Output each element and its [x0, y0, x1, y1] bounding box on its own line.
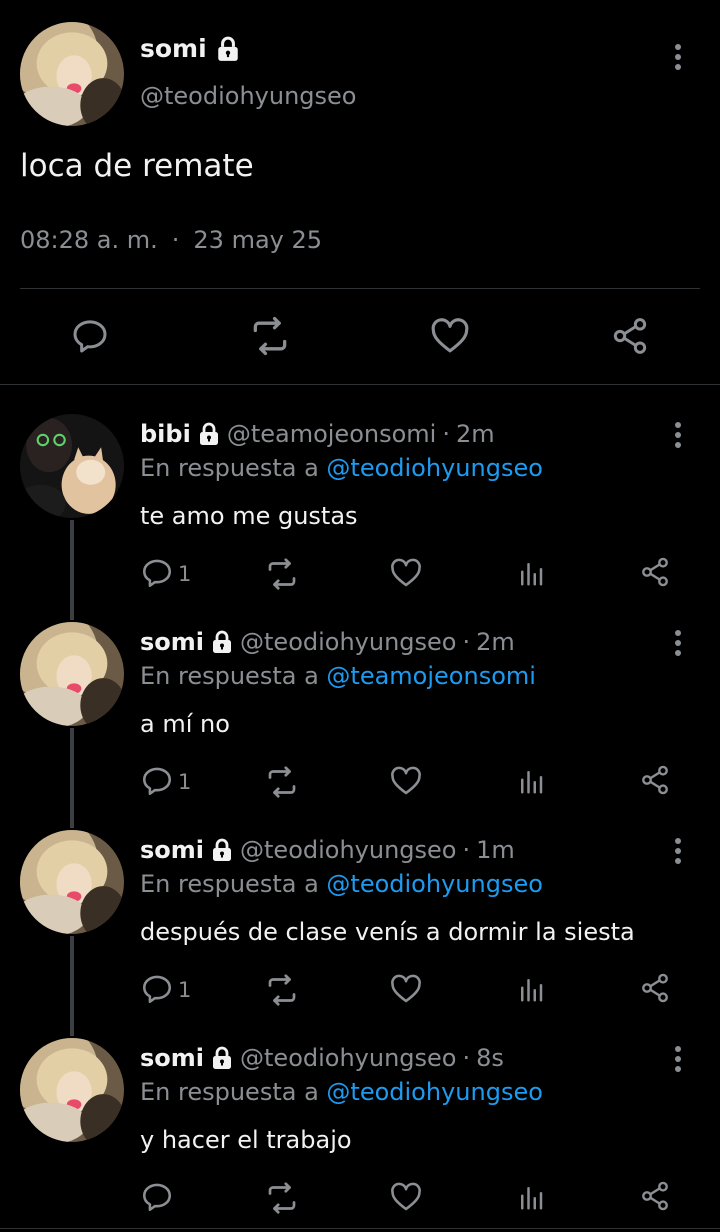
retweet-icon[interactable]: [264, 972, 300, 1008]
reply-text: y hacer el trabajo: [140, 1126, 352, 1154]
analytics-icon[interactable]: [516, 974, 546, 1004]
more-icon[interactable]: [672, 838, 684, 864]
more-icon[interactable]: [672, 44, 684, 70]
main-author-handle[interactable]: @teodiohyungseo: [140, 82, 356, 110]
reply-tweet[interactable]: somi @teodiohyungseo · 1m En respuesta a…: [0, 830, 720, 1038]
reply-header: somi @teodiohyungseo · 1m: [140, 836, 515, 864]
divider: [0, 384, 720, 385]
reply-header: somi @teodiohyungseo · 8s: [140, 1044, 504, 1072]
retweet-icon[interactable]: [264, 1180, 300, 1216]
share-icon[interactable]: [639, 1180, 671, 1212]
reply-text: después de clase venís a dormir la siest…: [140, 918, 635, 946]
reply-icon[interactable]: [140, 556, 174, 590]
lock-icon: [210, 630, 234, 654]
reply-context-prefix: En respuesta a: [140, 662, 319, 690]
reply-mention-link[interactable]: @teamojeonsomi: [326, 662, 536, 690]
reply-author-handle[interactable]: @teamojeonsomi: [227, 420, 437, 448]
reply-author-handle[interactable]: @teodiohyungseo: [240, 628, 456, 656]
main-author-name[interactable]: somi: [140, 34, 241, 63]
reply-context: En respuesta a @teodiohyungseo: [140, 1078, 543, 1106]
more-icon[interactable]: [672, 1046, 684, 1072]
share-icon[interactable]: [639, 556, 671, 588]
reply-author-name[interactable]: somi: [140, 836, 204, 864]
reply-time: 8s: [476, 1044, 504, 1072]
main-tweet-date: 23 may 25: [193, 226, 323, 254]
lock-icon: [210, 1046, 234, 1070]
retweet-icon[interactable]: [248, 314, 292, 358]
reply-dot: ·: [462, 836, 471, 864]
reply-avatar[interactable]: [20, 830, 124, 934]
share-icon[interactable]: [639, 764, 671, 796]
analytics-icon[interactable]: [516, 558, 546, 588]
more-icon[interactable]: [672, 422, 684, 448]
divider: [0, 1228, 720, 1229]
reply-avatar[interactable]: [20, 414, 124, 518]
reply-mention-link[interactable]: @teodiohyungseo: [326, 1078, 542, 1106]
lock-icon: [197, 422, 221, 446]
reply-count: 1: [178, 562, 192, 586]
reply-time: 2m: [476, 628, 515, 656]
lock-icon: [210, 838, 234, 862]
reply-context-prefix: En respuesta a: [140, 870, 319, 898]
reply-count: 1: [178, 978, 192, 1002]
reply-mention-link[interactable]: @teodiohyungseo: [326, 454, 542, 482]
reply-icon[interactable]: [140, 764, 174, 798]
reply-context: En respuesta a @teodiohyungseo: [140, 870, 543, 898]
author-name-text: somi: [140, 34, 207, 63]
main-tweet-time: 08:28 a. m.: [20, 226, 158, 254]
reply-author-name[interactable]: somi: [140, 1044, 204, 1072]
reply-count: 1: [178, 770, 192, 794]
like-icon[interactable]: [429, 315, 471, 357]
share-icon[interactable]: [610, 316, 650, 356]
reply-tweet[interactable]: somi @teodiohyungseo · 2m En respuesta a…: [0, 622, 720, 830]
reply-author-handle[interactable]: @teodiohyungseo: [240, 836, 456, 864]
like-icon[interactable]: [389, 556, 423, 590]
reply-icon[interactable]: [140, 1180, 174, 1214]
reply-header: bibi @teamojeonsomi · 2m: [140, 420, 495, 448]
reply-author-name[interactable]: bibi: [140, 420, 191, 448]
reply-icon[interactable]: [70, 316, 110, 356]
reply-avatar[interactable]: [20, 1038, 124, 1142]
share-icon[interactable]: [639, 972, 671, 1004]
meta-separator: ·: [171, 226, 180, 254]
divider: [20, 288, 700, 289]
reply-context-prefix: En respuesta a: [140, 454, 319, 482]
reply-dot: ·: [462, 1044, 471, 1072]
reply-time: 2m: [455, 420, 495, 448]
reply-text: a mí no: [140, 710, 230, 738]
reply-dot: ·: [462, 628, 471, 656]
reply-context-prefix: En respuesta a: [140, 1078, 319, 1106]
main-tweet-meta: 08:28 a. m. · 23 may 25: [20, 226, 322, 254]
reply-author-name[interactable]: somi: [140, 628, 204, 656]
more-icon[interactable]: [672, 630, 684, 656]
reply-avatar[interactable]: [20, 622, 124, 726]
reply-text: te amo me gustas: [140, 502, 358, 530]
main-tweet-text: loca de remate: [20, 148, 254, 184]
reply-tweet[interactable]: somi @teodiohyungseo · 8s En respuesta a…: [0, 1038, 720, 1232]
lock-icon: [215, 36, 241, 62]
reply-icon[interactable]: [140, 972, 174, 1006]
reply-dot: ·: [442, 420, 450, 448]
reply-mention-link[interactable]: @teodiohyungseo: [326, 870, 542, 898]
like-icon[interactable]: [389, 1180, 423, 1214]
reply-header: somi @teodiohyungseo · 2m: [140, 628, 515, 656]
reply-tweet[interactable]: bibi @teamojeonsomi · 2m En respuesta a …: [0, 414, 720, 622]
like-icon[interactable]: [389, 972, 423, 1006]
retweet-icon[interactable]: [264, 556, 300, 592]
analytics-icon[interactable]: [516, 766, 546, 796]
main-avatar[interactable]: [20, 22, 124, 126]
reply-time: 1m: [476, 836, 515, 864]
reply-context: En respuesta a @teodiohyungseo: [140, 454, 543, 482]
reply-context: En respuesta a @teamojeonsomi: [140, 662, 536, 690]
reply-author-handle[interactable]: @teodiohyungseo: [240, 1044, 456, 1072]
retweet-icon[interactable]: [264, 764, 300, 800]
like-icon[interactable]: [389, 764, 423, 798]
analytics-icon[interactable]: [516, 1182, 546, 1212]
